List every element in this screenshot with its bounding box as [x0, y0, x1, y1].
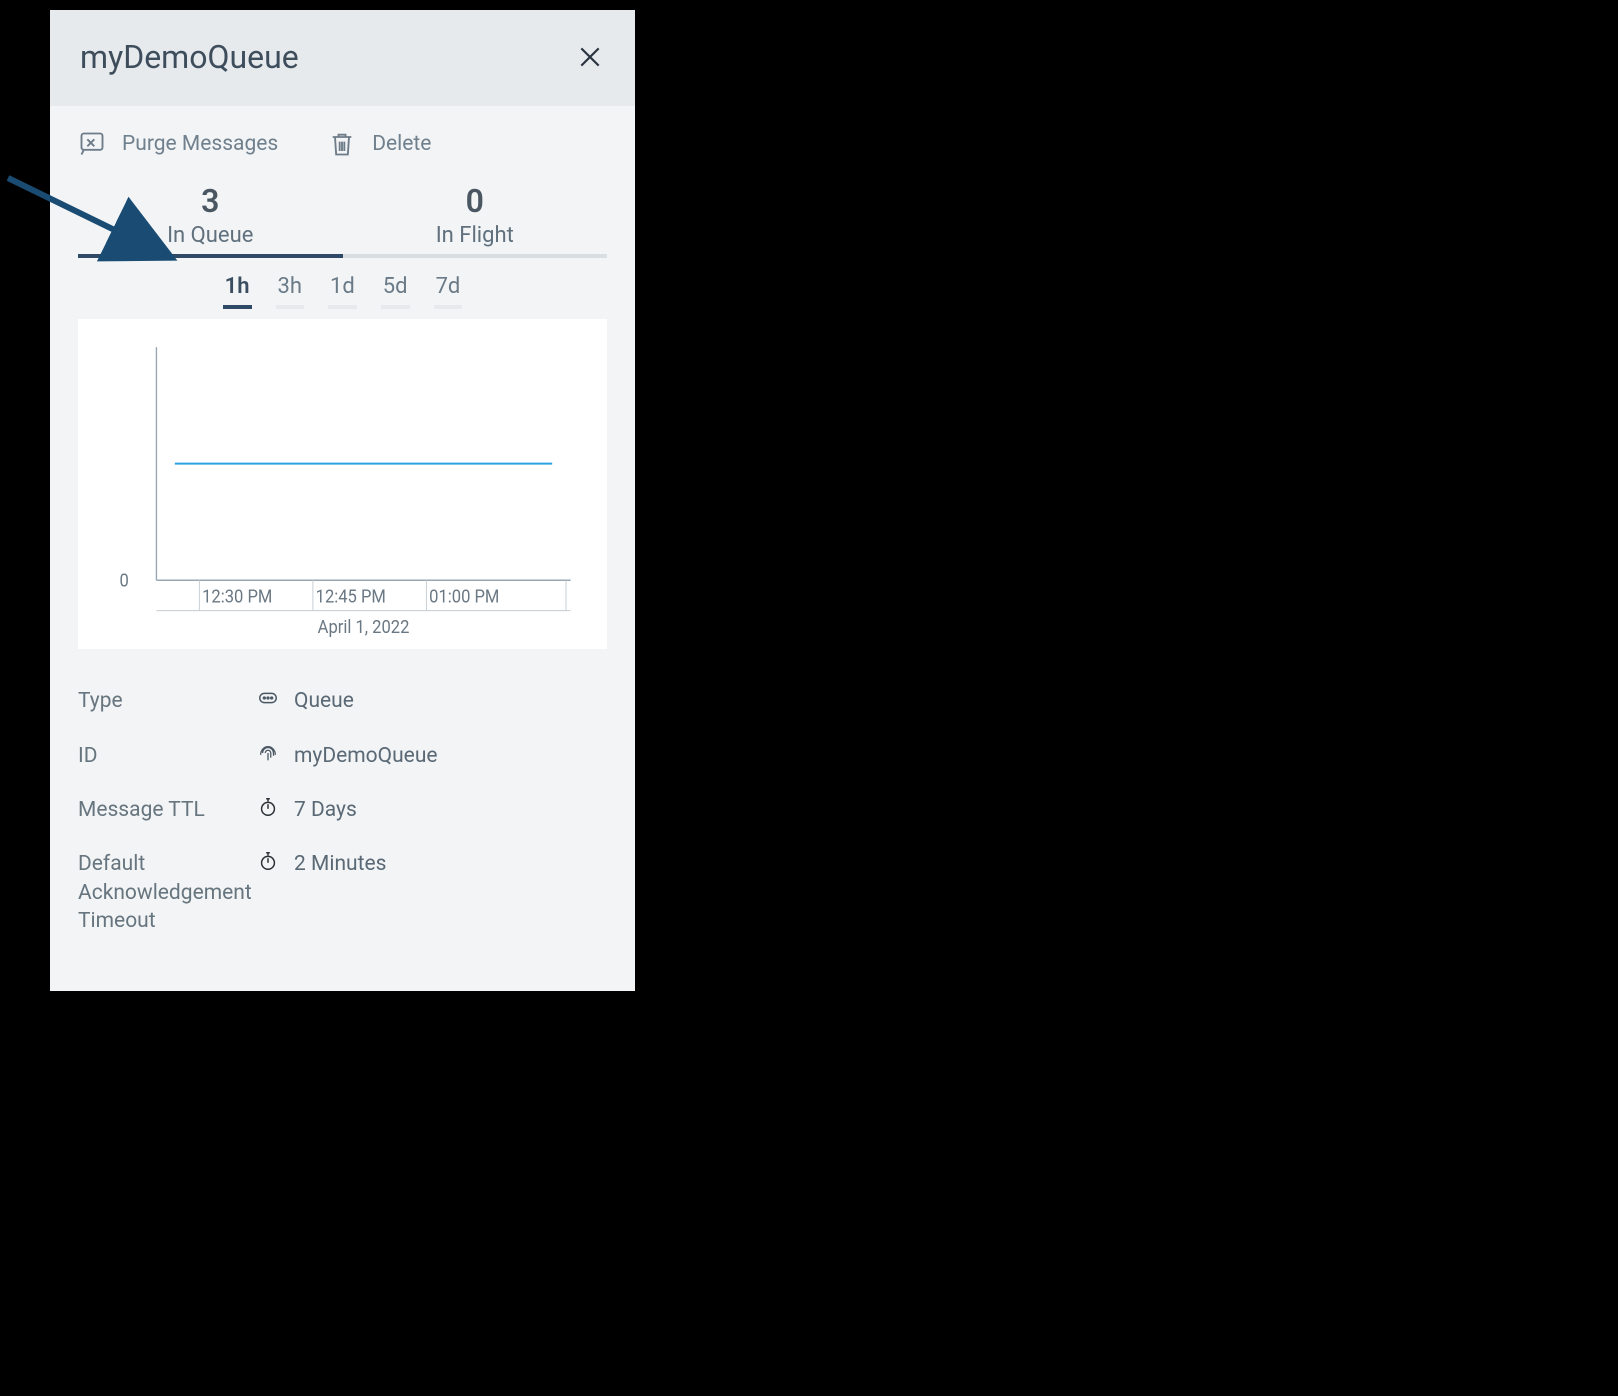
in-queue-value: 3: [78, 184, 343, 219]
property-row: Type Queue: [78, 687, 607, 715]
property-row: Default Acknowledgement Timeout 2 Minutes: [78, 850, 607, 935]
close-icon: [577, 44, 603, 70]
close-button[interactable]: [575, 42, 605, 72]
queue-icon: [256, 687, 280, 709]
property-label: ID: [78, 742, 256, 770]
svg-text:12:30 PM: 12:30 PM: [202, 587, 272, 608]
property-row: ID myDemoQueue: [78, 742, 607, 770]
property-label: Default Acknowledgement Timeout: [78, 850, 256, 935]
svg-text:12:45 PM: 12:45 PM: [316, 587, 386, 608]
svg-text:April 1, 2022: April 1, 2022: [318, 617, 410, 638]
time-tab-3h[interactable]: 3h: [276, 272, 304, 309]
purge-icon: [78, 130, 106, 158]
property-value: myDemoQueue: [294, 742, 607, 770]
panel-body: Purge Messages Delete 3 In Queue 0 In Fl…: [50, 106, 635, 991]
metric-tabs: 3 In Queue 0 In Flight: [78, 184, 607, 258]
property-value: 2 Minutes: [294, 850, 607, 878]
property-label: Type: [78, 687, 256, 715]
property-value: 7 Days: [294, 796, 607, 824]
in-flight-label: In Flight: [343, 223, 608, 248]
svg-text:0: 0: [120, 571, 129, 592]
property-label: Message TTL: [78, 796, 256, 824]
fingerprint-icon: [256, 742, 280, 764]
chart: 0 12:30 PM 12:45 PM 01:00 PM April 1, 2022: [92, 337, 589, 641]
tab-underline: [78, 254, 607, 258]
panel-title: myDemoQueue: [80, 38, 299, 76]
queue-detail-panel: myDemoQueue Purge Messages Dele: [50, 10, 635, 991]
property-row: Message TTL 7 Days: [78, 796, 607, 824]
properties-list: Type Queue ID myDemoQueue Message TTL 7 Days D…: [78, 687, 607, 935]
svg-text:01:00 PM: 01:00 PM: [429, 587, 499, 608]
time-tab-5d[interactable]: 5d: [381, 272, 410, 309]
purge-messages-label: Purge Messages: [122, 132, 278, 156]
tab-in-flight[interactable]: 0 In Flight: [343, 184, 608, 258]
panel-header: myDemoQueue: [50, 10, 635, 106]
tab-in-queue[interactable]: 3 In Queue: [78, 184, 343, 258]
time-tab-1h[interactable]: 1h: [223, 272, 252, 309]
in-queue-label: In Queue: [78, 223, 343, 248]
purge-messages-button[interactable]: Purge Messages: [78, 130, 278, 158]
chart-container: 0 12:30 PM 12:45 PM 01:00 PM April 1, 2022: [78, 319, 607, 649]
time-tab-7d[interactable]: 7d: [434, 272, 463, 309]
property-value: Queue: [294, 687, 607, 715]
in-flight-value: 0: [343, 184, 608, 219]
time-range-tabs: 1h 3h 1d 5d 7d: [78, 272, 607, 309]
trash-icon: [328, 130, 356, 158]
time-tab-1d[interactable]: 1d: [328, 272, 357, 309]
actions-bar: Purge Messages Delete: [78, 130, 607, 158]
delete-label: Delete: [372, 132, 431, 156]
stopwatch-icon: [256, 850, 280, 872]
stopwatch-icon: [256, 796, 280, 818]
delete-button[interactable]: Delete: [328, 130, 431, 158]
